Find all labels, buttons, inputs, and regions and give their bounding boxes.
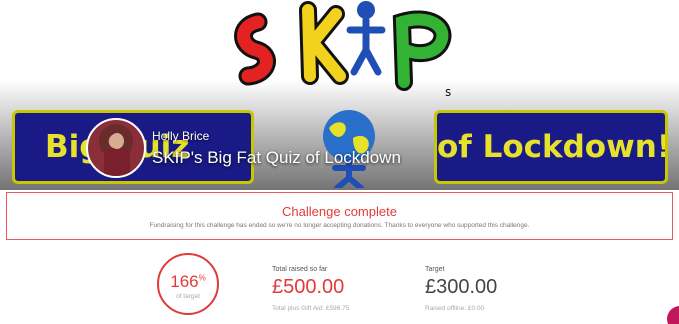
target-progress-ring: 166% of target bbox=[157, 253, 219, 315]
target-label: Target bbox=[425, 266, 445, 273]
challenge-status-box: Challenge complete Fundraising for this … bbox=[6, 192, 673, 240]
gift-aid-total: Total plus Gift Aid: £598.75 bbox=[272, 305, 350, 312]
total-raised-label: Total raised so far bbox=[272, 266, 328, 273]
fundraiser-name[interactable]: Holly Brice bbox=[152, 129, 209, 143]
quiz-panel-right-text: of Lockdown! bbox=[437, 129, 668, 165]
target-amount: £300.00 bbox=[425, 276, 498, 298]
chat-widget-button[interactable] bbox=[667, 306, 679, 324]
fundraiser-avatar[interactable] bbox=[86, 118, 146, 178]
avatar-body bbox=[104, 148, 130, 176]
challenge-status-title: Challenge complete bbox=[282, 204, 397, 219]
raised-offline: Raised offline: £0.00 bbox=[425, 305, 485, 312]
challenge-status-message: Fundraising for this challenge has ended… bbox=[149, 222, 530, 229]
total-raised-stat: Total raised so far £500.00 Total plus G… bbox=[272, 266, 349, 312]
target-progress-value: 166% bbox=[159, 272, 217, 292]
target-stat: Target £300.00 Raised offline: £0.00 bbox=[425, 266, 497, 312]
target-progress-label: of target bbox=[176, 293, 200, 300]
page-title: SKIP's Big Fat Quiz of Lockdown bbox=[152, 148, 401, 167]
target-progress-percent-sign: % bbox=[198, 273, 206, 283]
target-progress-percent: 166 bbox=[170, 272, 199, 291]
avatar-face bbox=[110, 133, 124, 149]
banner-image: s Big Quiz of Lockdown! Holly Brice SKIP… bbox=[0, 0, 679, 190]
quiz-panel-right: of Lockdown! bbox=[434, 110, 668, 184]
total-raised-amount: £500.00 bbox=[272, 276, 345, 298]
